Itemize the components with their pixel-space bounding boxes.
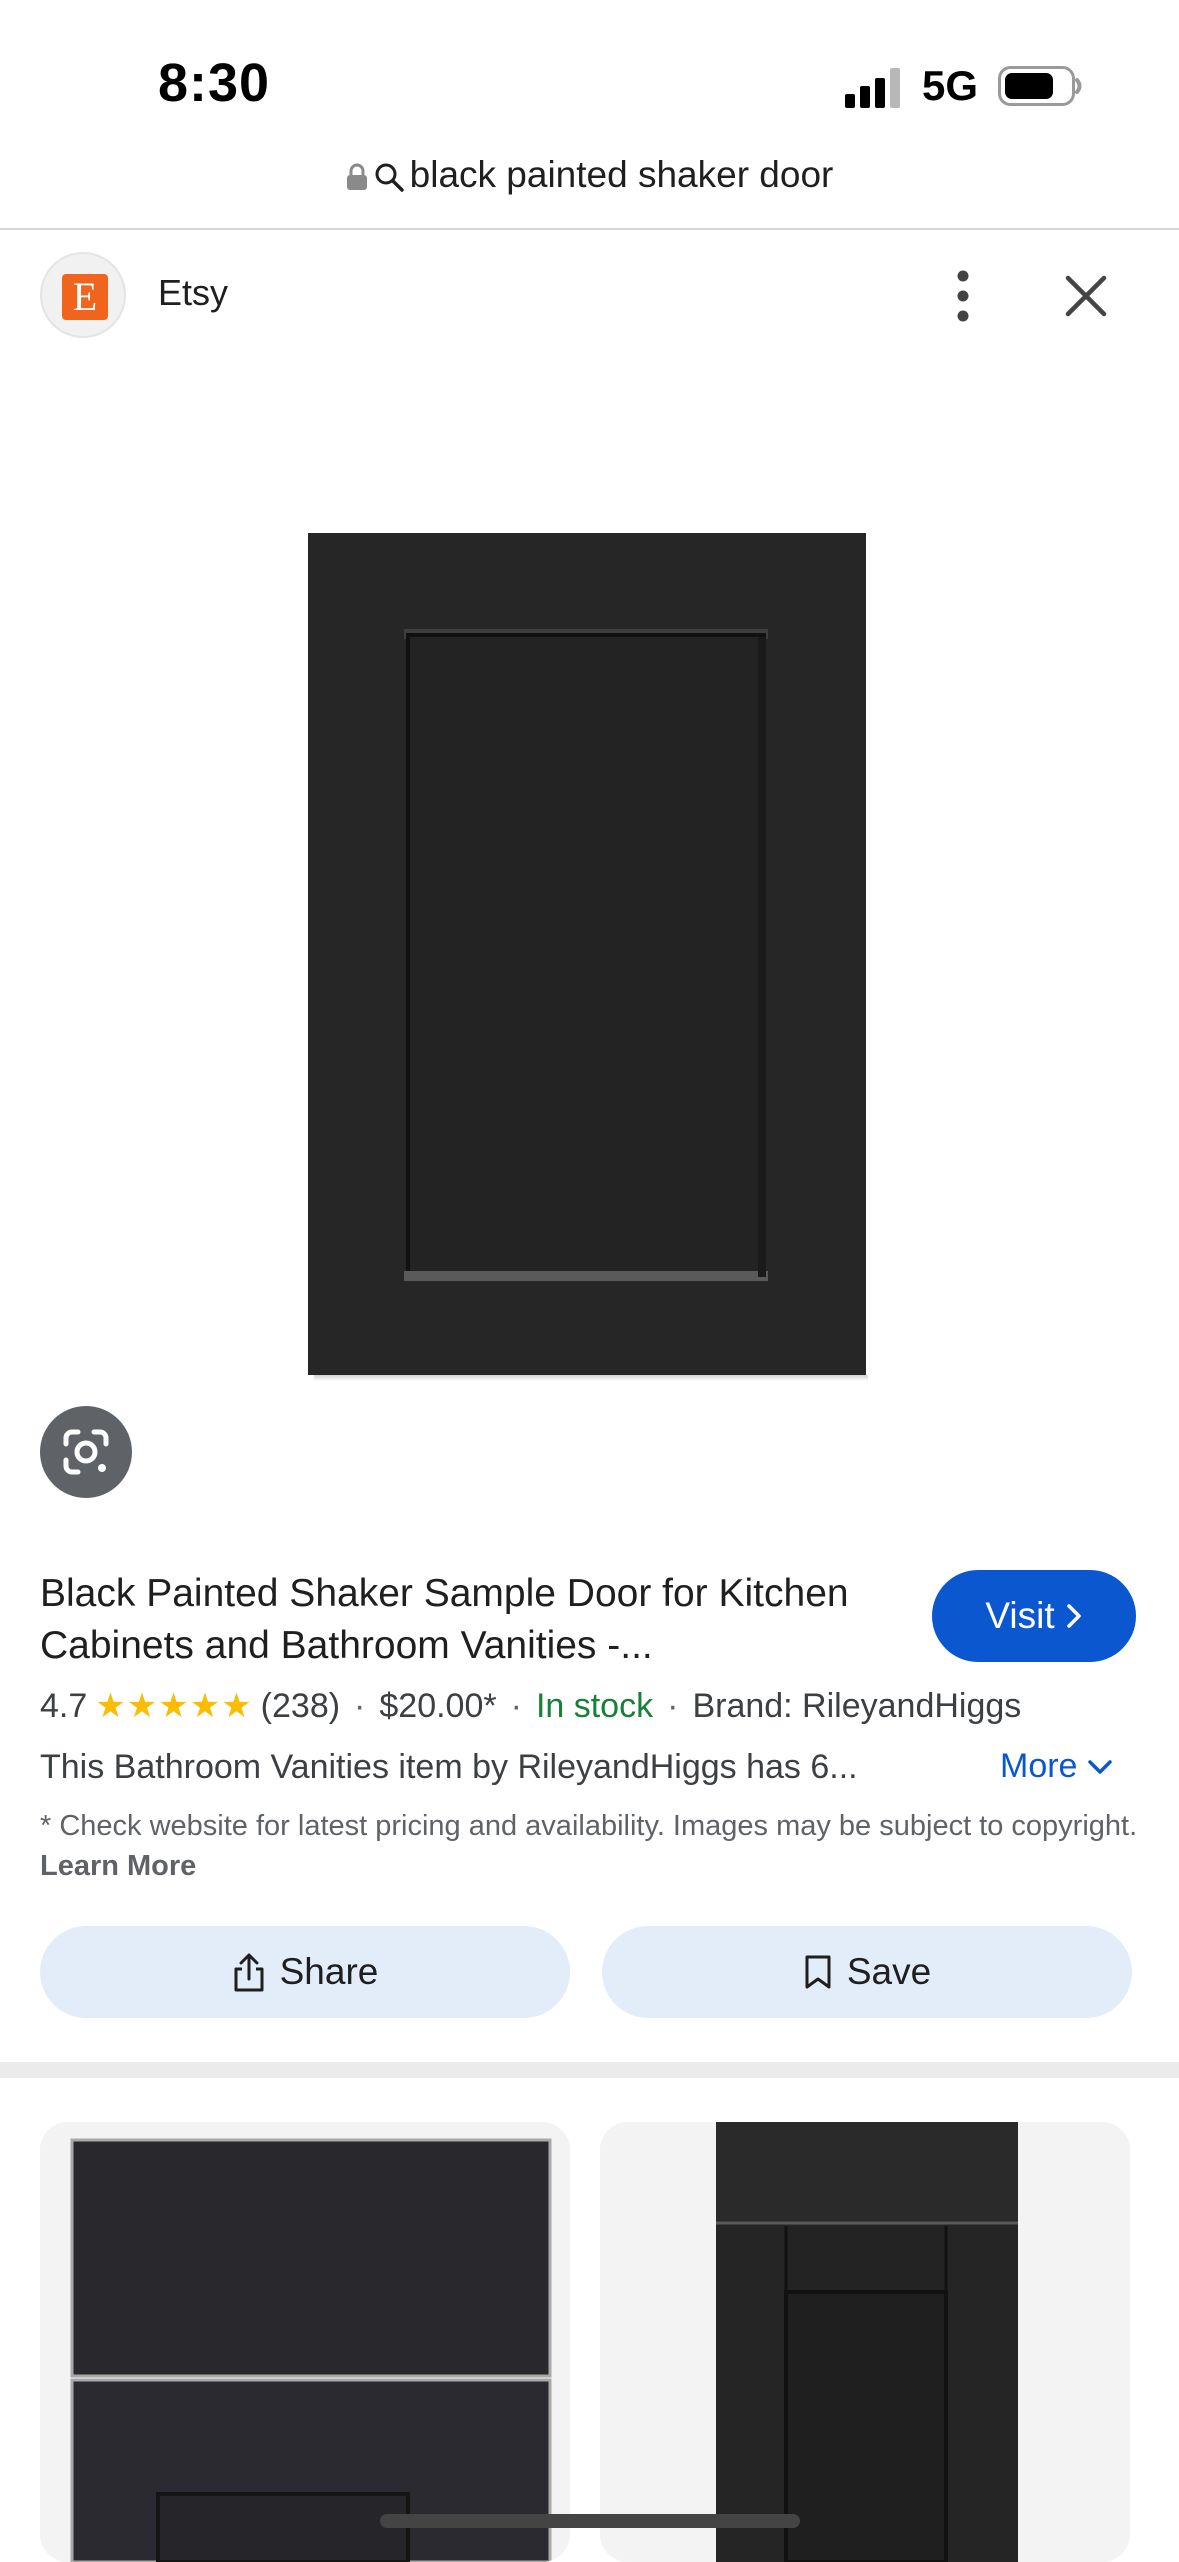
share-button[interactable]: Share [40, 1926, 570, 2018]
disclaimer: * Check website for latest pricing and a… [40, 1806, 1140, 1886]
home-indicator [380, 2514, 800, 2528]
related-result-card[interactable] [40, 2122, 570, 2562]
brand: Brand: RileyandHiggs [692, 1686, 1022, 1725]
separator-dot: · [354, 1686, 366, 1725]
battery-icon [998, 66, 1082, 106]
search-query: black painted shaker door [409, 154, 834, 195]
section-divider [0, 2062, 1179, 2078]
close-icon[interactable] [1060, 270, 1112, 322]
lens-icon [63, 1429, 109, 1475]
lock-icon [346, 163, 367, 191]
rating-stars: ★★★★★ [95, 1687, 253, 1725]
more-label: More [1000, 1747, 1078, 1785]
visit-button[interactable]: Visit [932, 1570, 1136, 1662]
more-button[interactable]: More [1000, 1747, 1113, 1786]
network-type: 5G [922, 62, 979, 109]
related-result-card[interactable] [600, 2122, 1130, 2562]
disclaimer-text: * Check website for latest pricing and a… [40, 1810, 1138, 1842]
more-vert-icon[interactable] [948, 266, 978, 326]
chevron-down-icon [1088, 1759, 1113, 1774]
stock-status: In stock [535, 1686, 654, 1725]
address-bar[interactable]: black painted shaker door [0, 154, 1179, 196]
product-image[interactable] [308, 533, 868, 1381]
share-label: Share [279, 1951, 379, 1992]
learn-more-link[interactable]: Learn More [40, 1850, 196, 1882]
related-image [600, 2122, 1130, 2562]
chevron-right-icon [1066, 1604, 1081, 1628]
save-label: Save [846, 1951, 932, 1992]
product-description: This Bathroom Vanities item by RileyandH… [40, 1748, 858, 1786]
status-time: 8:30 [158, 53, 271, 113]
source-avatar[interactable]: E [40, 252, 126, 338]
search-icon [375, 163, 404, 192]
price: $20.00* [379, 1686, 497, 1725]
rating-value: 4.7 [40, 1686, 88, 1725]
bookmark-icon [805, 1955, 831, 1989]
product-title[interactable]: Black Painted Shaker Sample Door for Kit… [40, 1568, 900, 1672]
separator-dot: · [510, 1686, 522, 1725]
cellular-signal-icon [845, 68, 900, 108]
save-button[interactable]: Save [602, 1926, 1132, 2018]
product-meta-row: 4.7 ★★★★★ (238) · $20.00* · In stock · B… [40, 1686, 1021, 1726]
separator-dot: · [667, 1686, 679, 1725]
address-divider [0, 228, 1179, 230]
source-name[interactable]: Etsy [158, 272, 228, 314]
related-image [40, 2122, 570, 2562]
visit-label: Visit [985, 1595, 1055, 1636]
etsy-logo-icon: E [62, 274, 108, 320]
share-icon [234, 1953, 264, 1992]
lens-button[interactable] [40, 1406, 132, 1498]
review-count: (238) [260, 1686, 341, 1725]
